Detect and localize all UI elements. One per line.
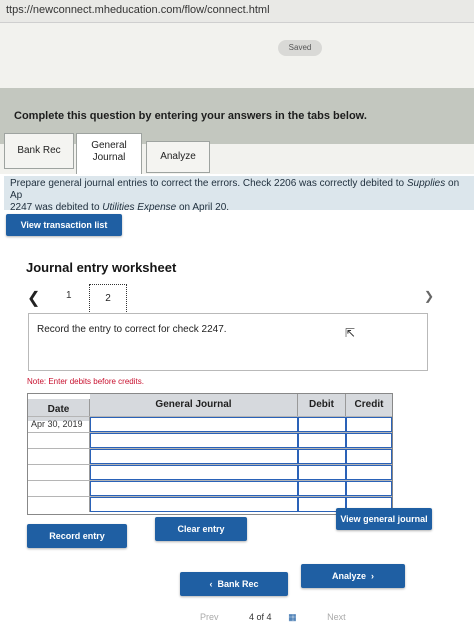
prev-link[interactable]: Prev [200,612,219,622]
tab-bar: Bank Rec General Journal Analyze [0,133,474,175]
clear-entry-button[interactable]: Clear entry [155,517,247,541]
date-cell[interactable] [28,465,90,480]
credit-input[interactable] [346,465,392,480]
prompt-text: 2247 was debited to [10,202,103,213]
chevron-left-icon[interactable]: ❮ [27,288,40,308]
tab-analyze[interactable]: Analyze [146,141,210,173]
question-pager: Prev 4 of 4 ▦ Next [200,612,346,623]
view-transaction-list-button[interactable]: View transaction list [6,214,122,236]
chevron-right-icon: › [366,571,374,581]
account-input[interactable] [90,433,298,448]
credit-input[interactable] [346,481,392,496]
next-link[interactable]: Next [327,612,346,622]
account-input[interactable] [90,465,298,480]
entry-instruction-text: Record the entry to correct for check 22… [37,324,227,335]
date-cell[interactable] [28,481,90,496]
credit-input[interactable] [346,449,392,464]
view-general-journal-button[interactable]: View general journal [336,508,432,530]
credit-input[interactable] [346,417,392,432]
record-entry-button[interactable]: Record entry [27,524,127,548]
bank-rec-label: Bank Rec [217,579,259,589]
table-row [28,448,392,464]
date-cell[interactable] [28,497,90,512]
debit-input[interactable] [298,481,346,496]
page-1-link[interactable]: 1 [66,290,72,301]
table-row [28,432,392,448]
mouse-cursor-icon: ⇱ [345,326,356,340]
tab-bank-rec[interactable]: Bank Rec [4,133,74,169]
url-text: ttps://newconnect.mheducation.com/flow/c… [6,4,270,16]
table-row [28,480,392,496]
worksheet-title: Journal entry worksheet [26,260,177,275]
account-input[interactable] [90,449,298,464]
instructions-text: Complete this question by entering your … [14,110,367,122]
bank-rec-nav-button[interactable]: ‹ Bank Rec [180,572,288,596]
prompt-text: on April 20. [176,202,230,213]
debit-credit-note: Note: Enter debits before credits. [27,377,144,386]
prompt-text-italic: Supplies [406,178,446,189]
account-input[interactable] [90,497,298,512]
date-cell[interactable]: Apr 30, 2019 [28,417,90,432]
entry-instruction-box: Record the entry to correct for check 22… [28,313,428,371]
grid-icon[interactable]: ▦ [288,612,297,622]
analyze-label: Analyze [331,571,366,581]
tab-label: General Journal [91,140,127,163]
account-input[interactable] [90,481,298,496]
debit-input[interactable] [298,465,346,480]
page-2-current[interactable]: 2 [89,284,127,314]
tab-label: Analyze [160,151,196,162]
tab-general-journal[interactable]: General Journal [76,133,142,174]
page-counter: 4 of 4 [249,612,272,622]
date-cell[interactable] [28,449,90,464]
browser-url-bar[interactable]: ttps://newconnect.mheducation.com/flow/c… [0,0,474,23]
chevron-right-icon[interactable]: ❯ [424,289,434,303]
debit-input[interactable] [298,449,346,464]
table-row [28,464,392,480]
table-row: Apr 30, 2019 [28,416,392,432]
question-prompt: Prepare general journal entries to corre… [4,176,474,213]
credit-input[interactable] [346,433,392,448]
journal-table: Date General Journal Debit Credit Apr 30… [27,393,393,515]
debit-column-header: Debit [298,394,346,416]
analyze-nav-button[interactable]: Analyze › [301,564,405,588]
debit-input[interactable] [298,417,346,432]
credit-column-header: Credit [346,394,392,416]
saved-status-badge: Saved [278,40,322,56]
prompt-text: Prepare general journal entries to corre… [10,178,407,189]
general-journal-column-header: General Journal [90,394,298,416]
account-input[interactable] [90,417,298,432]
debit-input[interactable] [298,433,346,448]
date-cell[interactable] [28,433,90,448]
tab-label: Bank Rec [17,145,61,156]
prompt-text-italic: Utilities Expense [102,202,177,213]
